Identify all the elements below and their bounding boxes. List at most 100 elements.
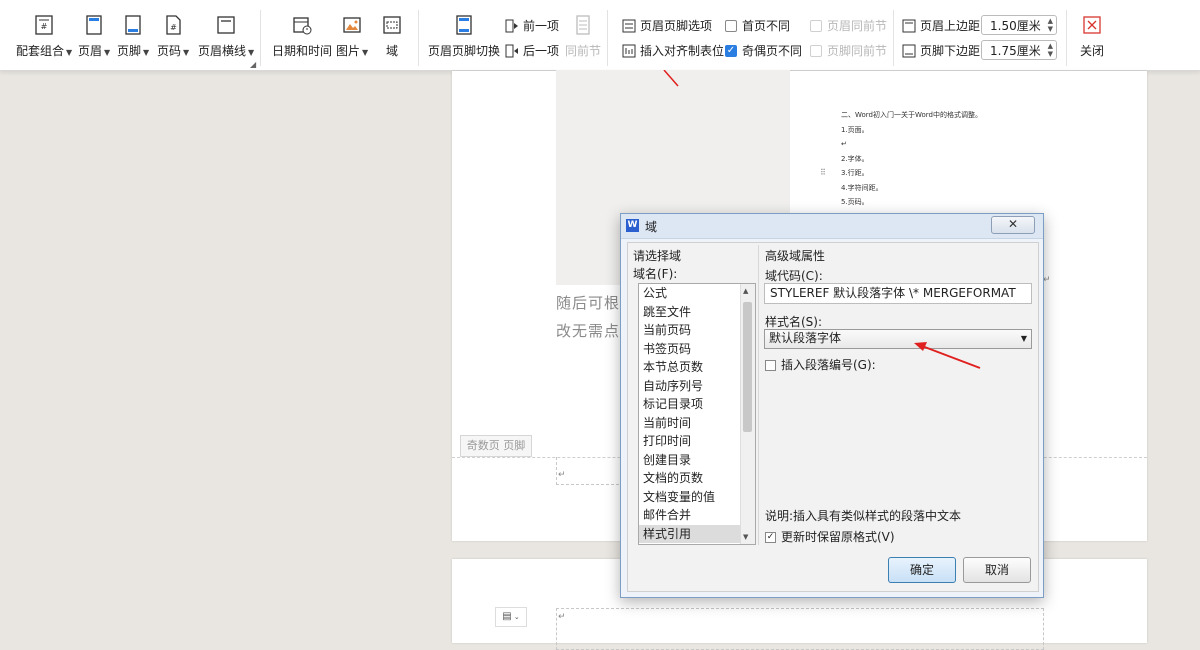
paragraph-mark: ↵ [558, 612, 566, 622]
list-item[interactable]: 创建目录 [639, 451, 755, 470]
header-same-prev-checkbox[interactable]: 页眉同前节 [810, 17, 887, 34]
checkbox-checked[interactable]: ✓ [725, 44, 737, 57]
list-item[interactable]: 打印时间 [639, 432, 755, 451]
same-as-previous-button[interactable]: 同前节 [565, 14, 601, 59]
svg-text:#: # [170, 23, 177, 32]
insert-align-tab-button[interactable]: 插入对齐制表位 [621, 42, 724, 59]
annotation-arrow-icon [663, 70, 679, 87]
header-line-button[interactable]: 页眉横线 ▼ [198, 14, 254, 59]
header-top-margin-input[interactable]: 1.50厘米 ▲ ▼ [981, 15, 1057, 35]
chevron-down-icon: ▼ [66, 48, 73, 57]
header-options-button[interactable]: ▤ ⌄ [495, 607, 527, 627]
field-code-input[interactable]: STYLEREF 默认段落字体 \* MERGEFORMAT [764, 283, 1032, 304]
list-item[interactable]: 书签页码 [639, 340, 755, 359]
layout-icon: ▤ [502, 611, 512, 622]
list-item[interactable]: 跳至文件 [639, 303, 755, 322]
list-item[interactable]: 公式 [639, 284, 755, 303]
preserve-format-label: 更新时保留原格式(V) [781, 530, 895, 544]
calendar-clock-icon [291, 14, 313, 36]
doc-line: 3.行距。 [841, 169, 869, 177]
image-button[interactable]: 图片 ▼ [336, 14, 368, 59]
header-footer-options-label: 页眉页脚选项 [640, 19, 713, 33]
list-item[interactable]: 自动序列号 [639, 377, 755, 396]
odd-even-diff-checkbox[interactable]: ✓ 奇偶页不同 [725, 42, 802, 59]
doc-line: ↵ [841, 140, 847, 148]
doc-line: 二、Word初入门一关于Word中的格式调整。 [841, 111, 982, 119]
image-icon [341, 14, 363, 36]
footer-same-prev-checkbox[interactable]: 页脚同前节 [810, 42, 887, 59]
chevron-down-icon: ▼ [1020, 334, 1027, 343]
header-margin-icon [901, 18, 916, 33]
close-header-footer-button[interactable]: 关闭 [1080, 14, 1104, 59]
list-scrollbar[interactable]: ▲ ▼ [740, 284, 755, 544]
footer-bottom-margin-input[interactable]: 1.75厘米 ▲ ▼ [981, 40, 1057, 60]
separator [260, 10, 261, 66]
footer-button[interactable]: 页脚 ▼ [117, 14, 149, 59]
checkbox[interactable] [765, 360, 776, 371]
dialog-close-button[interactable]: ✕ [991, 216, 1035, 234]
next-item-icon [504, 43, 519, 58]
footer-area[interactable] [556, 457, 624, 485]
close-label: 关闭 [1080, 44, 1105, 58]
scroll-up-icon[interactable]: ▲ [743, 287, 748, 295]
checkbox[interactable] [725, 19, 737, 32]
header-icon [83, 14, 105, 36]
list-item[interactable]: 文档的页数 [639, 469, 755, 488]
select-field-group-label: 请选择域 [633, 249, 682, 263]
checkbox[interactable] [810, 44, 822, 57]
style-name-select[interactable]: 默认段落字体 ▼ [764, 329, 1032, 349]
ok-button[interactable]: 确定 [888, 557, 956, 583]
options-icon [621, 18, 636, 33]
separator [607, 10, 608, 66]
description-text: 说明:插入具有类似样式的段落中文本 [765, 509, 962, 523]
list-item[interactable]: 本节总页数 [639, 358, 755, 377]
field-button[interactable]: 域 [381, 14, 403, 59]
header-area[interactable] [556, 608, 1044, 650]
separator [893, 10, 894, 66]
chevron-down-icon: ▼ [183, 48, 190, 57]
date-time-button[interactable]: 日期和时间 [272, 14, 332, 59]
preserve-format-checkbox[interactable]: ✓ 更新时保留原格式(V) [765, 528, 895, 545]
list-item-selected[interactable]: 样式引用 [639, 524, 755, 543]
group-expand-icon[interactable]: ◢ [250, 60, 256, 69]
header-same-prev-label: 页眉同前节 [827, 19, 888, 33]
header-line-icon [215, 14, 237, 36]
scroll-thumb[interactable] [743, 302, 752, 432]
first-page-diff-checkbox[interactable]: 首页不同 [725, 17, 790, 34]
header-footer-options-button[interactable]: 页眉页脚选项 [621, 17, 712, 34]
list-item[interactable]: 标记目录项 [639, 395, 755, 414]
dialog-title: 域 [645, 220, 658, 234]
footer-same-prev-label: 页脚同前节 [827, 44, 888, 58]
insert-para-number-checkbox[interactable]: 插入段落编号(G): [765, 356, 876, 373]
page-number-button[interactable]: # 页码 ▼ [157, 14, 189, 59]
footer-bottom-margin-value: 1.75厘米 [990, 44, 1041, 58]
prev-item-label: 前一项 [523, 19, 560, 33]
next-item-button[interactable]: 后一项 [504, 42, 559, 59]
doc-line: 2.字体。 [841, 154, 869, 163]
footer-margin-icon [901, 43, 916, 58]
footer-icon [122, 14, 144, 36]
paragraph-mark: ↵ [1043, 275, 1051, 285]
spinner-arrows-icon[interactable]: ▲ ▼ [1048, 42, 1053, 58]
chevron-down-icon: ▼ [143, 48, 150, 57]
next-item-label: 后一项 [523, 44, 560, 58]
list-item[interactable]: 当前时间 [639, 414, 755, 433]
drag-handle-icon[interactable]: ⠿ [820, 168, 826, 177]
chevron-down-icon: ▼ [248, 48, 255, 57]
combo-button[interactable]: # 配套组合 ▼ [16, 14, 72, 59]
image-label: 图片 [336, 44, 361, 58]
cancel-button[interactable]: 取消 [963, 557, 1031, 583]
list-item[interactable]: 当前页码 [639, 321, 755, 340]
header-button[interactable]: 页眉 ▼ [78, 14, 110, 59]
list-item[interactable]: 文档变量的值 [639, 488, 755, 507]
checkbox-checked[interactable]: ✓ [765, 532, 776, 543]
dialog-titlebar[interactable]: W 域 ✕ [621, 214, 1043, 239]
spinner-arrows-icon[interactable]: ▲ ▼ [1048, 17, 1053, 33]
switch-header-footer-button[interactable]: 页眉页脚切换 [428, 14, 500, 59]
field-name-list[interactable]: 公式 跳至文件 当前页码 书签页码 本节总页数 自动序列号 标记目录项 当前时间… [638, 283, 756, 545]
checkbox[interactable] [810, 19, 822, 32]
scroll-down-icon[interactable]: ▼ [743, 533, 748, 541]
page-number-label: 页码 [157, 44, 182, 58]
prev-item-button[interactable]: 前一项 [504, 17, 559, 34]
list-item[interactable]: 邮件合并 [639, 506, 755, 525]
